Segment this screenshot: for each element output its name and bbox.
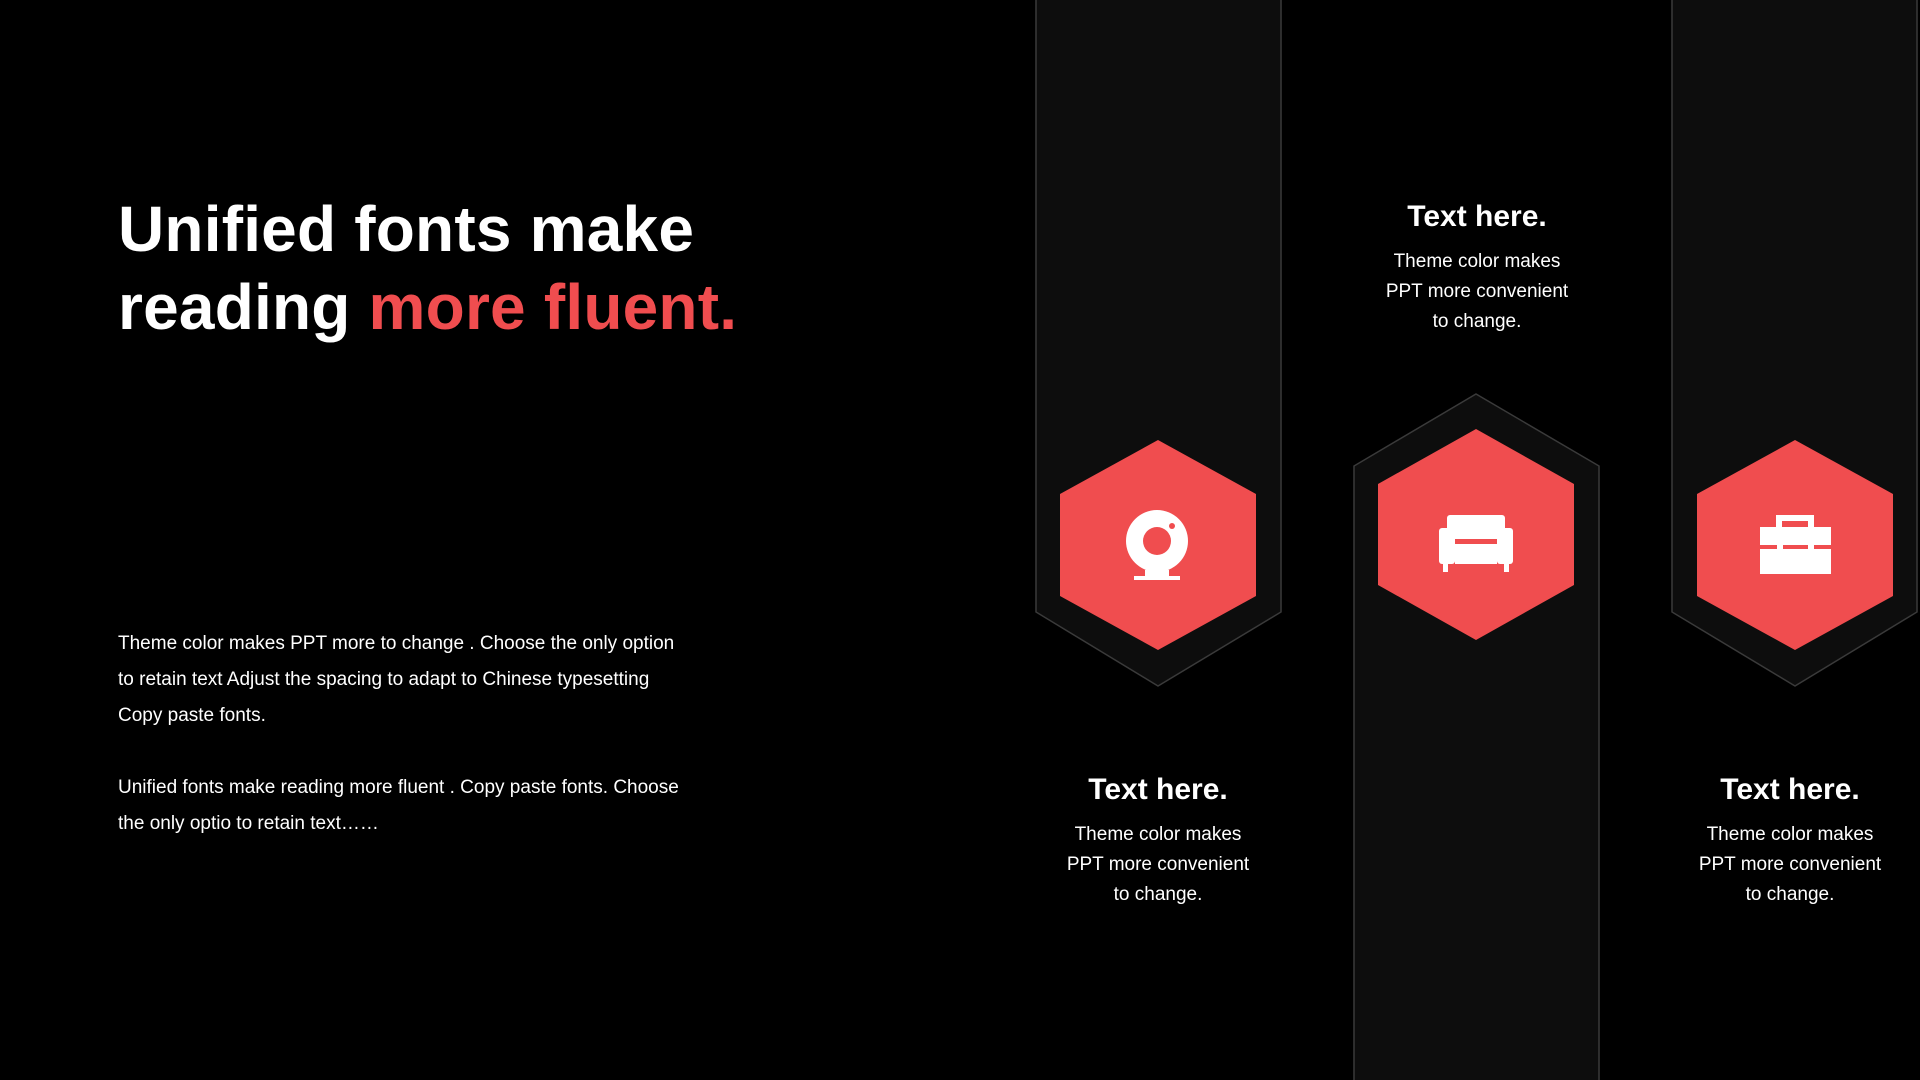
- card-3-desc-line-2: PPT more convenient: [1698, 854, 1882, 875]
- headline: Unified fonts make reading more fluent.: [118, 190, 737, 346]
- para1-line-1: Theme color makes PPT more to change . C…: [118, 633, 675, 654]
- card-3-description: Theme color makes PPT more convenient to…: [1685, 820, 1895, 910]
- card-3-desc-line-1: Theme color makes: [1706, 824, 1874, 845]
- card-1-desc-line-2: PPT more convenient: [1066, 854, 1250, 875]
- card-2-desc-line-2: PPT more convenient: [1385, 281, 1569, 302]
- decorative-columns: [1035, 0, 1918, 1080]
- card-2-desc-line-3: to change.: [1432, 311, 1522, 332]
- body-paragraph-1: Theme color makes PPT more to change . C…: [118, 626, 738, 734]
- card-2-desc-line-1: Theme color makes: [1393, 251, 1561, 272]
- card-3-desc-line-3: to change.: [1745, 884, 1835, 905]
- para2-line-1: Unified fonts make reading more fluent .…: [118, 777, 679, 798]
- slide: Unified fonts make reading more fluent. …: [0, 0, 1920, 1080]
- card-2-title: Text here.: [1407, 200, 1547, 233]
- headline-line-1: Unified fonts make: [118, 193, 695, 265]
- para1-line-3: Copy paste fonts.: [118, 705, 266, 726]
- sofa-icon: [1439, 515, 1513, 572]
- card-2-description: Theme color makes PPT more convenient to…: [1372, 247, 1582, 337]
- feature-card-3: Text here. Theme color makes PPT more co…: [1640, 770, 1920, 910]
- card-3-title: Text here.: [1720, 773, 1860, 806]
- feature-card-2: Text here. Theme color makes PPT more co…: [1327, 197, 1627, 337]
- headline-line-2-plain: reading: [118, 271, 369, 343]
- para1-line-2: to retain text Adjust the spacing to ada…: [118, 669, 650, 690]
- card-1-desc-line-1: Theme color makes: [1074, 824, 1242, 845]
- card-1-title: Text here.: [1088, 773, 1228, 806]
- card-1-desc-line-3: to change.: [1113, 884, 1203, 905]
- feature-card-1: Text here. Theme color makes PPT more co…: [1008, 770, 1308, 910]
- card-1-description: Theme color makes PPT more convenient to…: [1053, 820, 1263, 910]
- body-paragraph-2: Unified fonts make reading more fluent .…: [118, 770, 738, 842]
- headline-accent: more fluent.: [368, 271, 738, 343]
- para2-line-2: the only optio to retain text……: [118, 813, 379, 834]
